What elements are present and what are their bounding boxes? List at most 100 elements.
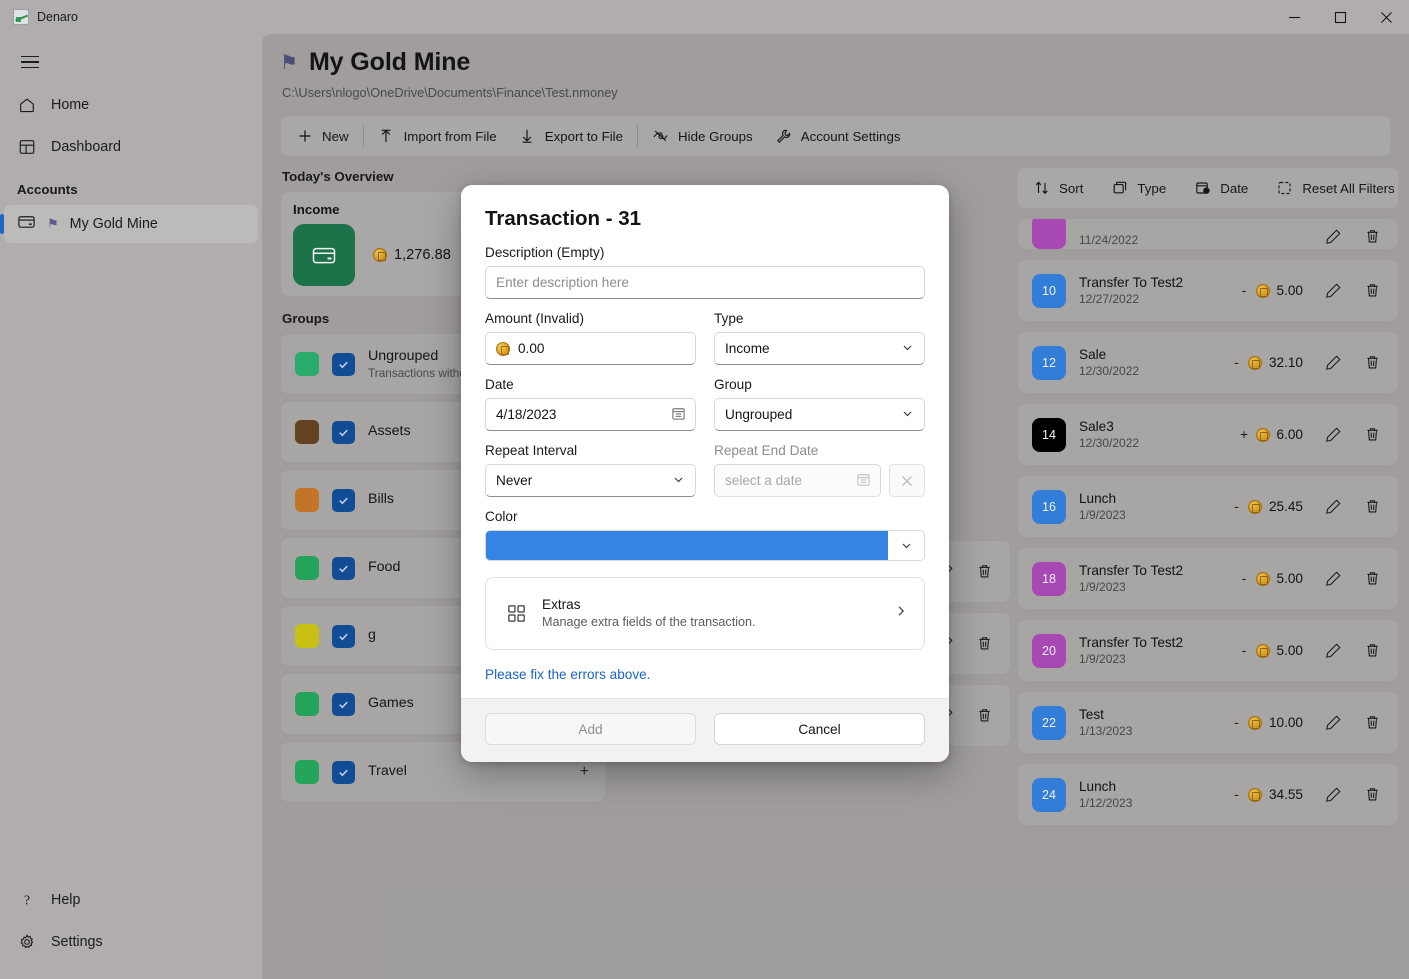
type-value: Income: [725, 341, 770, 356]
description-input[interactable]: [485, 266, 925, 299]
new-transaction-label: New: [322, 128, 349, 144]
repeat-interval-value: Never: [496, 473, 533, 488]
group-color-swatch: [295, 352, 319, 376]
edit-transaction-icon[interactable]: [1320, 422, 1346, 448]
delete-transaction-icon[interactable]: [1359, 223, 1385, 249]
date-input[interactable]: 4/18/2023: [485, 398, 696, 431]
edit-transaction-icon[interactable]: [1320, 782, 1346, 808]
account-settings-button[interactable]: Account Settings: [764, 120, 912, 152]
group-checkbox[interactable]: [332, 760, 355, 784]
export-to-file-button[interactable]: Export to File: [508, 120, 634, 152]
date-filter-button[interactable]: Date: [1183, 172, 1259, 204]
delete-transaction-icon[interactable]: [971, 631, 997, 657]
color-picker[interactable]: [485, 530, 925, 561]
transaction-row[interactable]: 14 Sale3 12/30/2022 +6.00: [1017, 403, 1399, 466]
group-checkbox[interactable]: [332, 352, 355, 376]
transaction-name: Sale: [1079, 346, 1107, 362]
home-icon: [17, 95, 37, 115]
minimize-icon[interactable]: [1271, 0, 1317, 34]
sidebar-item-settings[interactable]: Settings: [8, 923, 254, 961]
transaction-texts: Lunch 1/9/2023: [1079, 490, 1126, 523]
transaction-row[interactable]: 18 Transfer To Test2 1/9/2023 - 5.00: [1017, 547, 1399, 610]
extras-row[interactable]: Extras Manage extra fields of the transa…: [485, 577, 925, 650]
edit-transaction-icon[interactable]: [1320, 494, 1346, 520]
delete-transaction-icon[interactable]: [971, 559, 997, 585]
delete-transaction-icon[interactable]: [1359, 710, 1385, 736]
sort-button[interactable]: Sort: [1022, 172, 1094, 204]
delete-transaction-icon[interactable]: [1359, 278, 1385, 304]
transaction-row[interactable]: 22 Test 1/13/2023 - 10.00: [1017, 691, 1399, 754]
group-description: Transactions without: [368, 365, 476, 380]
transaction-row[interactable]: 16 Lunch 1/9/2023 - 25.45: [1017, 475, 1399, 538]
type-filter-button[interactable]: Type: [1100, 172, 1177, 204]
edit-transaction-icon[interactable]: [1320, 638, 1346, 664]
edit-transaction-icon[interactable]: [1320, 278, 1346, 304]
hide-groups-button[interactable]: Hide Groups: [641, 120, 764, 152]
clear-repeat-end-date-button[interactable]: [889, 464, 925, 497]
transaction-row[interactable]: 24 Lunch 1/12/2023 - 34.55: [1017, 763, 1399, 826]
type-select[interactable]: Income: [714, 332, 925, 365]
title-bar-left: Denaro: [0, 9, 78, 25]
close-icon[interactable]: [1363, 0, 1409, 34]
transaction-row[interactable]: 10 Transfer To Test2 12/27/2022 - 5.00: [1017, 259, 1399, 322]
delete-transaction-icon[interactable]: [1359, 494, 1385, 520]
group-checkbox[interactable]: [332, 692, 355, 716]
group-name: Bills: [368, 491, 395, 508]
sidebar-item-help[interactable]: ? Help: [8, 881, 254, 919]
repeat-end-date-input[interactable]: select a date: [714, 464, 881, 497]
color-swatch[interactable]: [486, 531, 888, 560]
group-select[interactable]: Ungrouped: [714, 398, 925, 431]
reset-all-filters-button[interactable]: Reset All Filters: [1265, 172, 1405, 204]
transaction-value: 32.10: [1268, 355, 1303, 370]
transaction-texts: Sale3 12/30/2022: [1079, 418, 1139, 451]
maximize-icon[interactable]: [1317, 0, 1363, 34]
type-label: Type: [714, 311, 744, 326]
group-checkbox[interactable]: [332, 624, 355, 648]
sidebar-item-my-gold-mine[interactable]: ⚑ My Gold Mine: [0, 205, 258, 243]
new-transaction-button[interactable]: New: [285, 120, 360, 152]
transaction-dialog-body: Transaction - 31 Description (Empty) Amo…: [461, 185, 949, 698]
filter-toolbar: Sort Type Date Reset All Filters: [1017, 167, 1399, 209]
edit-transaction-icon[interactable]: [1320, 223, 1346, 249]
repeat-interval-select[interactable]: Never: [485, 464, 696, 497]
delete-transaction-icon[interactable]: [1359, 782, 1385, 808]
group-checkbox[interactable]: [332, 488, 355, 512]
transaction-row[interactable]: 12 Sale 12/30/2022 - 32.10: [1017, 331, 1399, 394]
transaction-texts: Transfer To Test2 1/9/2023: [1079, 634, 1183, 667]
delete-transaction-icon[interactable]: [1359, 422, 1385, 448]
sidebar-item-home[interactable]: Home: [8, 86, 254, 124]
add-button[interactable]: Add: [485, 713, 696, 745]
amount-input[interactable]: 0.00: [485, 332, 696, 365]
calendar-icon: [856, 472, 871, 490]
import-from-file-button[interactable]: Import from File: [367, 120, 508, 152]
chevron-down-icon[interactable]: [888, 531, 924, 560]
sidebar-nav: Home Dashboard: [0, 86, 262, 170]
edit-transaction-icon[interactable]: [1320, 350, 1346, 376]
transaction-row[interactable]: 11/24/2022: [1017, 218, 1399, 250]
description-label: Description (Empty): [485, 245, 605, 260]
group-checkbox[interactable]: [332, 556, 355, 580]
sort-label: Sort: [1059, 180, 1084, 196]
reset-all-filters-label: Reset All Filters: [1302, 180, 1395, 196]
transaction-id-badge: 18: [1032, 561, 1066, 596]
reset-icon: [1276, 180, 1293, 197]
extras-texts: Extras Manage extra fields of the transa…: [542, 596, 756, 631]
eye-off-icon: [652, 128, 669, 145]
sidebar-item-dashboard[interactable]: Dashboard: [8, 128, 254, 166]
group-color-swatch: [295, 420, 319, 444]
delete-transaction-icon[interactable]: [1359, 350, 1385, 376]
delete-transaction-icon[interactable]: [971, 703, 997, 729]
group-color-swatch: [295, 624, 319, 648]
chevron-down-icon: [672, 473, 685, 489]
edit-transaction-icon[interactable]: [1320, 566, 1346, 592]
calendar-icon[interactable]: [671, 406, 686, 424]
group-checkbox[interactable]: [332, 420, 355, 444]
transaction-row[interactable]: 20 Transfer To Test2 1/9/2023 - 5.00: [1017, 619, 1399, 682]
cancel-button[interactable]: Cancel: [714, 713, 925, 745]
coin-icon: [1247, 355, 1262, 370]
coin-icon: [1247, 499, 1262, 514]
hamburger-menu-icon[interactable]: [12, 44, 48, 80]
delete-transaction-icon[interactable]: [1359, 638, 1385, 664]
edit-transaction-icon[interactable]: [1320, 710, 1346, 736]
delete-transaction-icon[interactable]: [1359, 566, 1385, 592]
